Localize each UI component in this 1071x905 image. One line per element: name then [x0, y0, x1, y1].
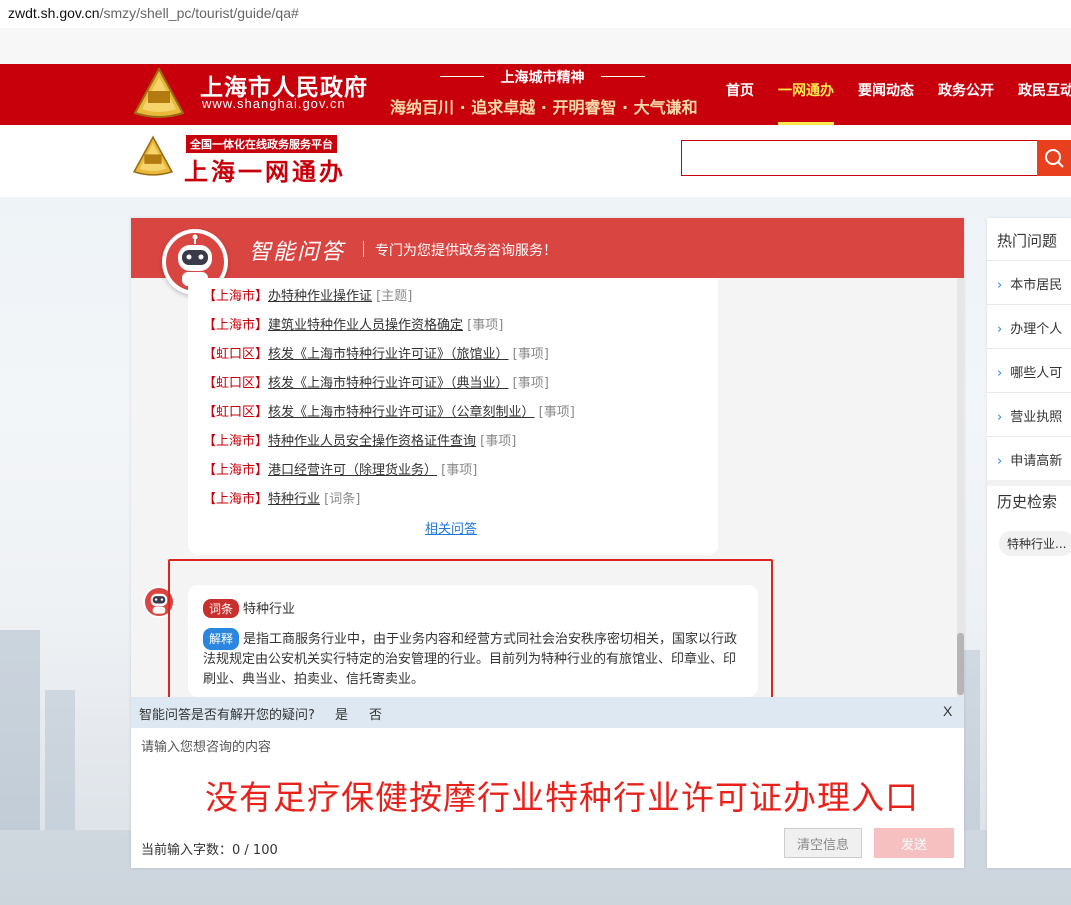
- qa-panel: 智能问答 专门为您提供政务咨询服务！ 【上海市】办特种作业操作证 [主题] 【上…: [131, 218, 964, 868]
- clear-button[interactable]: 清空信息: [784, 828, 862, 858]
- feedback-yes-button[interactable]: 是: [335, 704, 348, 723]
- nav-yiwangtongban[interactable]: 一网通办: [778, 80, 834, 100]
- sub-header: 全国一体化在线政务服务平台 上海一网通办: [0, 125, 1071, 197]
- url-bar[interactable]: zwdt.sh.gov.cn/smzy/shell_pc/tourist/gui…: [0, 0, 1071, 28]
- sidebar-divider: [987, 480, 1071, 486]
- search-button[interactable]: [1037, 140, 1071, 176]
- right-sidebar: 热门问题 › 本市居民 › 办理个人 › 哪些人可 › 营业执照 › 申请高新 历史检索 …: [987, 218, 1071, 868]
- related-qa-link[interactable]: 相关问答: [425, 518, 477, 537]
- result-region: 【虹口区】: [203, 376, 269, 391]
- platform-tag: 全国一体化在线政务服务平台: [186, 135, 337, 153]
- browser-strip: [0, 28, 1071, 64]
- annotation-overlay-text: 没有足疗保健按摩行业特种行业许可证办理入口: [205, 778, 919, 817]
- result-link[interactable]: 办特种作业操作证: [268, 289, 372, 304]
- result-region: 【上海市】: [203, 289, 269, 304]
- search-input[interactable]: [681, 140, 1038, 176]
- result-item[interactable]: 【上海市】建筑业特种作业人员操作资格确定 [事项]: [203, 314, 503, 333]
- nav-home[interactable]: 首页: [726, 80, 754, 100]
- hot-question-item[interactable]: › 本市居民: [987, 260, 1071, 304]
- result-link[interactable]: 核发《上海市特种行业许可证》（公章刻制业）: [268, 405, 535, 420]
- chevron-right-icon: ›: [997, 278, 1003, 293]
- close-icon[interactable]: X: [943, 703, 952, 719]
- result-type: [词条]: [324, 492, 361, 507]
- result-item[interactable]: 【虹口区】核发《上海市特种行业许可证》（典当业） [事项]: [203, 372, 549, 391]
- result-item[interactable]: 【上海市】特种行业 [词条]: [203, 488, 360, 507]
- result-type: [事项]: [512, 376, 549, 391]
- result-item[interactable]: 【上海市】港口经营许可（除理货业务） [事项]: [203, 459, 477, 478]
- gov-header: 上海市人民政府 www.shanghai.gov.cn 上海城市精神 海纳百川 …: [0, 64, 1071, 125]
- nav-news[interactable]: 要闻动态: [858, 80, 914, 100]
- char-count: 当前输入字数：0 / 100: [141, 839, 278, 858]
- result-link[interactable]: 核发《上海市特种行业许可证》（典当业）: [268, 376, 509, 391]
- hot-question-item[interactable]: › 哪些人可: [987, 348, 1071, 392]
- result-item[interactable]: 【上海市】办特种作业操作证 [主题]: [203, 285, 412, 304]
- chevron-right-icon: ›: [997, 322, 1003, 337]
- feedback-question: 智能问答是否有解开您的疑问?: [139, 708, 315, 723]
- history-chip[interactable]: 特种行业...: [999, 531, 1071, 556]
- result-region: 【虹口区】: [203, 405, 269, 420]
- result-link[interactable]: 特种作业人员安全操作资格证件查询: [268, 434, 476, 449]
- result-region: 【上海市】: [203, 492, 269, 507]
- result-link[interactable]: 核发《上海市特种行业许可证》（旅馆业）: [268, 347, 509, 362]
- result-item[interactable]: 【上海市】特种作业人员安全操作资格证件查询 [事项]: [203, 430, 516, 449]
- spirit-slogan: 海纳百川 · 追求卓越 · 开明睿智 · 大气谦和: [390, 98, 698, 117]
- result-type: [事项]: [512, 347, 549, 362]
- title-divider: [363, 241, 364, 257]
- result-type: [主题]: [376, 289, 413, 304]
- qa-subtitle: 专门为您提供政务咨询服务！: [375, 243, 557, 259]
- result-link[interactable]: 特种行业: [268, 492, 320, 507]
- result-item[interactable]: 【虹口区】核发《上海市特种行业许可证》（旅馆业） [事项]: [203, 343, 549, 362]
- results-bubble: 【上海市】办特种作业操作证 [主题] 【上海市】建筑业特种作业人员操作资格确定 …: [188, 278, 718, 555]
- result-item[interactable]: 【虹口区】核发《上海市特种行业许可证》（公章刻制业） [事项]: [203, 401, 575, 420]
- hot-question-item[interactable]: › 办理个人: [987, 304, 1071, 348]
- result-region: 【虹口区】: [203, 347, 269, 362]
- spirit-title: 上海城市精神: [440, 67, 645, 87]
- search-icon: [1045, 149, 1064, 168]
- hot-questions-title: 热门问题: [997, 232, 1058, 250]
- qa-header: 智能问答 专门为您提供政务咨询服务！: [131, 218, 964, 278]
- chevron-right-icon: ›: [997, 454, 1003, 469]
- url-host: zwdt.sh.gov.cn: [8, 5, 100, 21]
- feedback-bar: 智能问答是否有解开您的疑问? 是 否 X: [131, 697, 964, 728]
- chevron-right-icon: ›: [997, 366, 1003, 381]
- feedback-no-button[interactable]: 否: [369, 704, 382, 723]
- brand-title[interactable]: 上海一网通办: [184, 152, 346, 187]
- result-type: [事项]: [538, 405, 575, 420]
- history-title: 历史检索: [997, 493, 1058, 511]
- hot-question-item[interactable]: › 申请高新: [987, 436, 1071, 480]
- result-type: [事项]: [441, 463, 478, 478]
- nav-public[interactable]: 政务公开: [938, 80, 994, 100]
- result-region: 【上海市】: [203, 434, 269, 449]
- hot-question-item[interactable]: › 营业执照: [987, 392, 1071, 436]
- url-path: /smzy/shell_pc/tourist/guide/qa#: [99, 5, 299, 21]
- result-type: [事项]: [467, 318, 504, 333]
- question-input-placeholder[interactable]: 请输入您想咨询的内容: [141, 736, 271, 755]
- chat-scroll-thumb[interactable]: [957, 633, 964, 695]
- char-count-value: 0 / 100: [232, 843, 278, 858]
- question-input-area[interactable]: 请输入您想咨询的内容 没有足疗保健按摩行业特种行业许可证办理入口 当前输入字数：…: [131, 728, 964, 868]
- result-link[interactable]: 港口经营许可（除理货业务）: [268, 463, 437, 478]
- nav-interaction[interactable]: 政民互动: [1018, 80, 1071, 100]
- chevron-right-icon: ›: [997, 410, 1003, 425]
- gov-url: www.shanghai.gov.cn: [202, 96, 346, 111]
- emblem-icon[interactable]: [131, 67, 187, 119]
- emblem-small-icon[interactable]: [131, 135, 175, 177]
- annotation-highlight-box: [168, 559, 773, 703]
- result-region: 【上海市】: [203, 463, 269, 478]
- char-count-label: 当前输入字数：: [141, 843, 233, 858]
- result-link[interactable]: 建筑业特种作业人员操作资格确定: [268, 318, 463, 333]
- result-type: [事项]: [480, 434, 517, 449]
- result-region: 【上海市】: [203, 318, 269, 333]
- qa-title: 智能问答: [249, 240, 346, 265]
- send-button[interactable]: 发送: [874, 828, 954, 858]
